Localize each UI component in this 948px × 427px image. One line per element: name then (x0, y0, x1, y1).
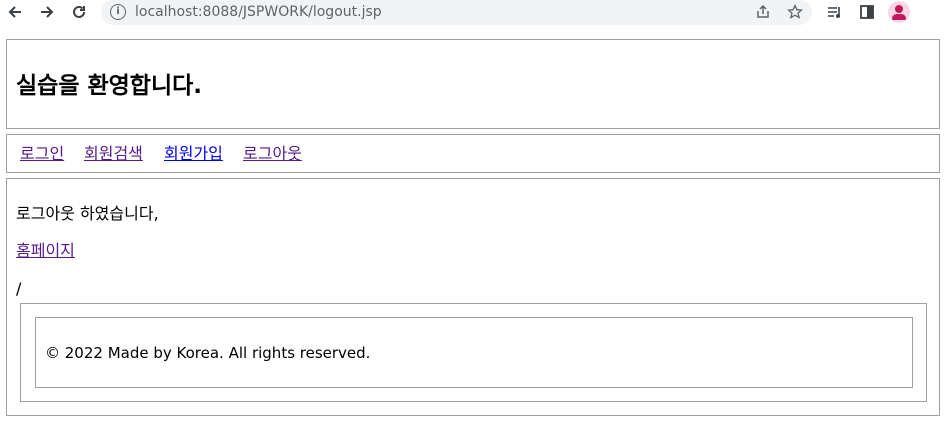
footer-inner-box: © 2022 Made by Korea. All rights reserve… (35, 317, 913, 388)
url-text[interactable]: localhost:8088/JSPWORK/logout.jsp (135, 4, 382, 21)
browser-toolbar: i localhost:8088/JSPWORK/logout.jsp (0, 0, 948, 25)
address-bar[interactable]: i localhost:8088/JSPWORK/logout.jsp (101, 0, 812, 25)
home-link[interactable]: 홈페이지 (16, 241, 75, 260)
nav-section: 로그인 회원검색 회원가입 로그아웃 (6, 134, 940, 173)
nav-link-signup[interactable]: 회원가입 (164, 144, 223, 163)
reload-icon[interactable] (67, 1, 91, 23)
forward-arrow-icon[interactable] (35, 1, 59, 23)
info-icon[interactable]: i (110, 4, 126, 20)
header-section: 실습을 환영합니다. (6, 39, 940, 129)
page-title: 실습을 환영합니다. (16, 73, 203, 99)
nav-link-member-search[interactable]: 회원검색 (84, 144, 143, 163)
footer-outer-box: © 2022 Made by Korea. All rights reserve… (20, 303, 927, 402)
page-content: 실습을 환영합니다. 로그인 회원검색 회원가입 로그아웃 로그아웃 하였습니다… (0, 25, 948, 427)
avatar-head (895, 5, 903, 13)
side-panel-icon[interactable] (855, 1, 879, 23)
separator-text: / (16, 279, 22, 298)
back-arrow-icon[interactable] (3, 1, 27, 23)
reading-list-icon[interactable] (823, 1, 847, 23)
profile-avatar-icon[interactable] (888, 1, 910, 23)
logout-message: 로그아웃 하였습니다, (16, 204, 159, 223)
main-section: 로그아웃 하였습니다, 홈페이지 / © 2022 Made by Korea.… (6, 178, 940, 416)
nav-link-login[interactable]: 로그인 (20, 144, 64, 163)
avatar-body (892, 14, 906, 20)
share-icon[interactable] (753, 2, 773, 22)
copyright-text: © 2022 Made by Korea. All rights reserve… (45, 344, 371, 362)
nav-link-logout[interactable]: 로그아웃 (243, 144, 302, 163)
star-icon[interactable] (785, 2, 805, 22)
